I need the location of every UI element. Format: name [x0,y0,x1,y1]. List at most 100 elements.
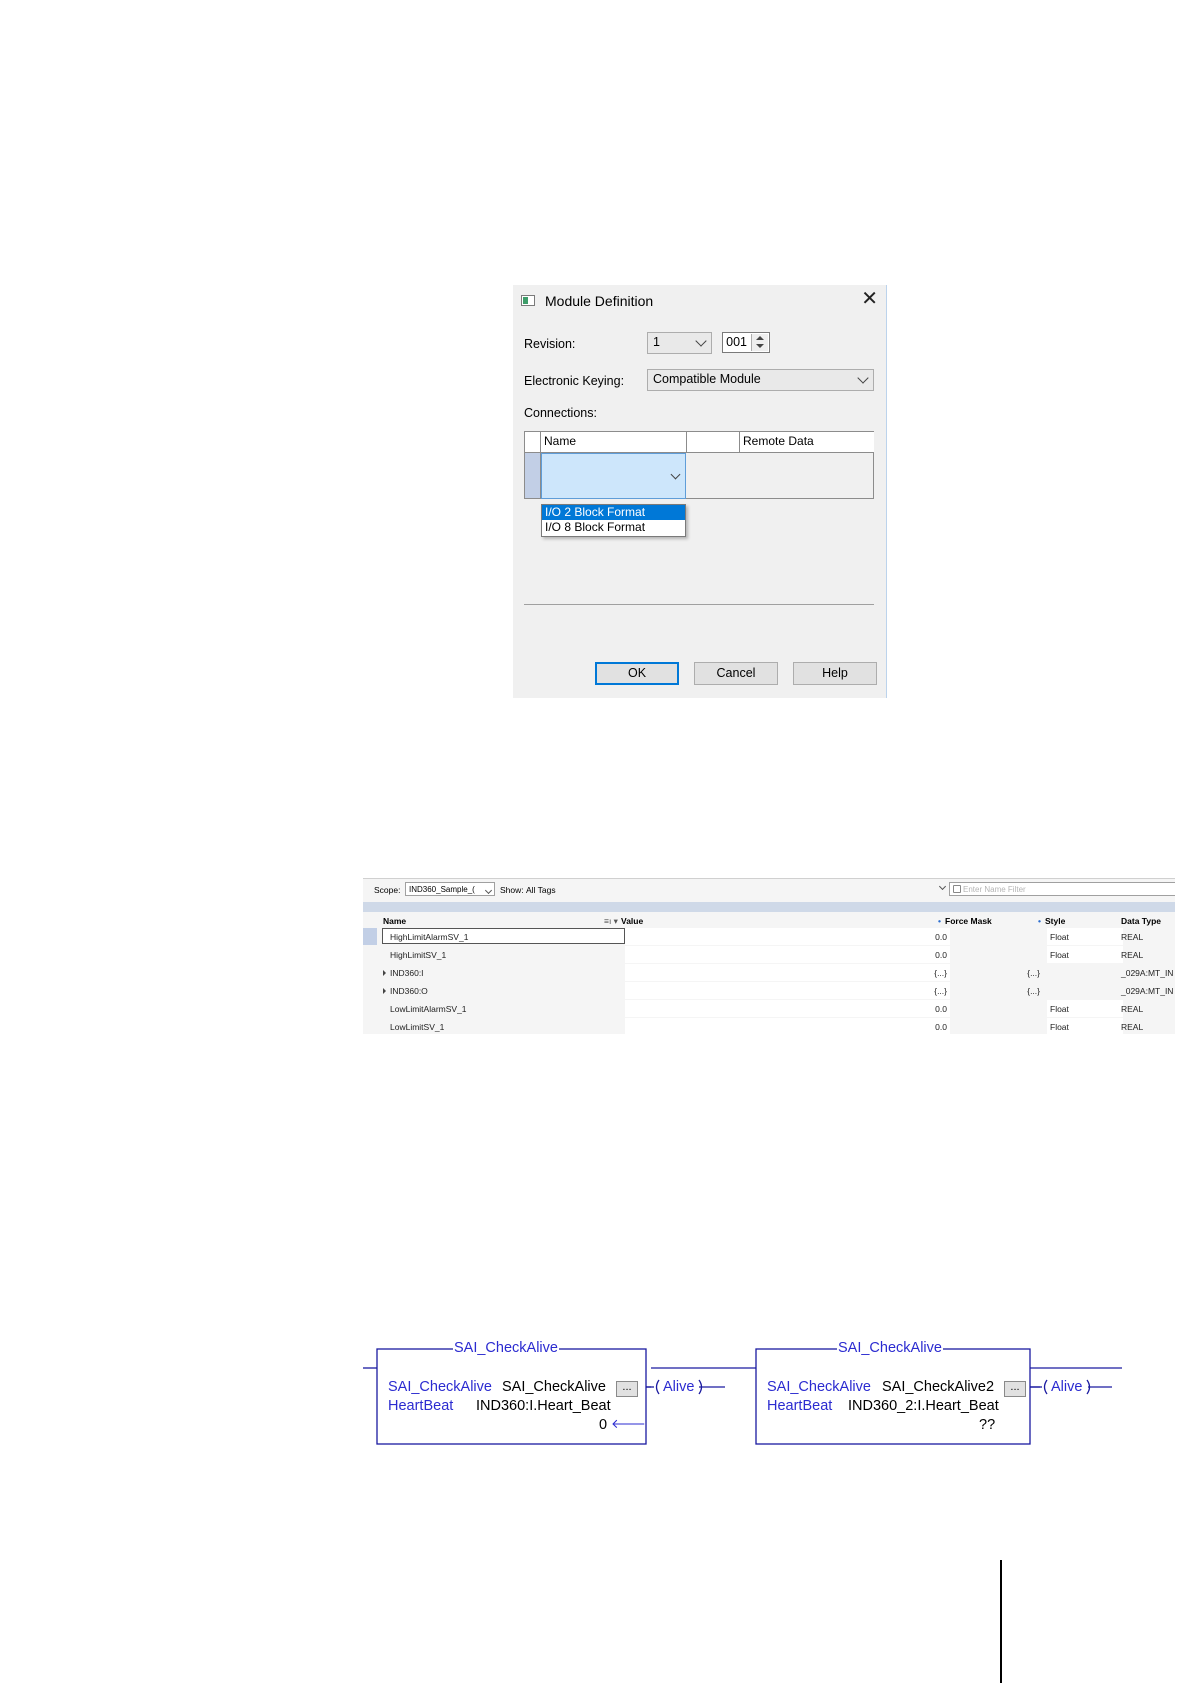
sort-marker-icon: • [938,916,941,926]
tag-toolbar: Scope: IND360_Sample_( Show: All Tags En… [363,879,1175,901]
chevron-down-icon [857,372,869,384]
tag-data-type: REAL [1121,1022,1144,1032]
value-cell-bg [625,982,950,999]
tag-force-mask: {...} [1027,986,1040,996]
output-coil-label[interactable]: Alive [1051,1379,1082,1395]
block-param-label: HeartBeat [388,1398,454,1414]
tag-name: HighLimitAlarmSV_1 [390,932,469,942]
table-row[interactable]: HighLimitAlarmSV_1 0.0 Float REAL [363,928,1175,946]
table-row[interactable]: LowLimitAlarmSV_1 0.0 Float REAL [363,1000,1175,1018]
tag-name: HighLimitSV_1 [390,950,447,960]
table-row[interactable]: IND360:O {...} {...} _029A:MT_IN [363,982,1175,1000]
coil-bracket [1043,1379,1048,1395]
table-row[interactable]: HighLimitSV_1 0.0 Float REAL [363,946,1175,964]
tag-value: {...} [934,986,947,996]
row-selector[interactable] [525,453,541,498]
scope-label: Scope: [374,885,401,895]
dialog-titlebar: Module Definition ✕ [513,285,886,317]
spin-up-icon[interactable] [756,336,764,340]
value-cell-bg [625,946,950,963]
grid-corner [525,432,541,453]
column-header-style[interactable]: Style [1045,916,1065,926]
block-properties-button[interactable]: ... [1004,1381,1026,1397]
tag-force-mask: {...} [1027,968,1040,978]
tag-data-type: _029A:MT_IN [1121,986,1174,996]
value-cell-bg [625,964,950,981]
module-definition-dialog: Module Definition ✕ Revision: 1 001 Elec… [513,285,887,698]
revision-minor-stepper[interactable]: 001 [722,332,770,353]
block-param-value[interactable]: IND360_2:I.Heart_Beat [848,1398,999,1414]
arrow-left-icon: 🡐 [611,1416,646,1431]
live-value: ?? [979,1417,996,1433]
show-label: Show: [500,885,524,895]
block-param-value[interactable]: IND360:I.Heart_Beat [476,1398,611,1414]
cancel-button[interactable]: Cancel [694,662,778,685]
column-header-force-mask[interactable]: Force Mask [945,916,992,926]
sort-icon[interactable]: ≡ı ▾ [604,916,618,927]
tag-name: LowLimitAlarmSV_1 [390,1004,467,1014]
ok-button[interactable]: OK [595,662,679,685]
dialog-title: Module Definition [545,293,654,309]
tag-data-type: REAL [1121,1004,1144,1014]
revision-label: Revision: [524,337,576,351]
tag-value: 0.0 [935,1022,947,1032]
table-row[interactable]: LowLimitSV_1 0.0 Float REAL [363,1018,1175,1034]
filter-placeholder: Enter Name Filter [963,885,1026,894]
tag-value: 0.0 [935,950,947,960]
block-param-label: HeartBeat [767,1398,833,1414]
expand-icon[interactable] [383,988,386,994]
revision-major-select[interactable]: 1 [647,332,712,354]
close-icon[interactable]: ✕ [861,289,878,309]
block-title[interactable]: SAI_CheckAlive [837,1340,943,1356]
row-selected-indicator [363,928,377,945]
chevron-down-icon [670,469,681,480]
tag-value: {...} [934,968,947,978]
block-properties-button[interactable]: ... [616,1381,638,1397]
name-filter-input[interactable]: Enter Name Filter [949,882,1175,896]
connection-name-combo[interactable] [541,453,686,499]
margin-rule [1000,1560,1002,1683]
coil-bracket [1086,1379,1091,1395]
show-select[interactable]: All Tags [526,885,556,895]
column-header-value[interactable]: Value [621,916,643,926]
column-header-name[interactable]: Name [383,916,406,926]
tag-name: LowLimitSV_1 [390,1022,445,1032]
scope-value: IND360_Sample_( [409,885,475,894]
chevron-down-icon [695,335,707,347]
connections-label: Connections: [524,406,597,420]
module-icon [521,295,535,306]
header-band [363,902,1175,912]
coil-bracket [655,1379,660,1395]
spin-buttons[interactable] [751,334,768,351]
output-coil-label[interactable]: Alive [663,1379,694,1395]
block-param-label: SAI_CheckAlive [767,1379,871,1395]
spin-down-icon[interactable] [756,344,764,348]
block-param-label: SAI_CheckAlive [388,1379,492,1395]
filter-icon [953,885,961,893]
tag-name: IND360:O [390,986,428,996]
keying-value: Compatible Module [653,372,761,386]
chevron-down-icon[interactable] [938,882,947,891]
expand-icon[interactable] [383,970,386,976]
revision-minor-value: 001 [726,335,747,349]
block-param-value[interactable]: SAI_CheckAlive2 [882,1379,994,1395]
connections-grid: Name Remote Data [524,431,874,499]
tag-data-type: REAL [1121,932,1144,942]
block-title[interactable]: SAI_CheckAlive [453,1340,559,1356]
column-header-data-type[interactable]: Data Type [1121,916,1161,926]
sort-marker-icon: • [1038,916,1041,926]
coil-bracket [698,1379,703,1395]
column-header-remote-data: Remote Data [740,432,874,453]
tag-style: Float [1050,932,1069,942]
table-row[interactable]: IND360:I {...} {...} _029A:MT_IN [363,964,1175,982]
help-button[interactable]: Help [793,662,877,685]
ladder-wiring [363,1348,1122,1445]
keying-select[interactable]: Compatible Module [647,369,874,391]
tag-name: IND360:I [390,968,424,978]
dropdown-option[interactable]: I/O 8 Block Format [542,520,685,535]
scope-select[interactable]: IND360_Sample_( [405,882,495,896]
dropdown-option[interactable]: I/O 2 Block Format [542,505,685,520]
tag-editor: Scope: IND360_Sample_( Show: All Tags En… [363,878,1175,1034]
block-param-value[interactable]: SAI_CheckAlive [502,1379,606,1395]
column-header-name: Name [541,432,687,453]
